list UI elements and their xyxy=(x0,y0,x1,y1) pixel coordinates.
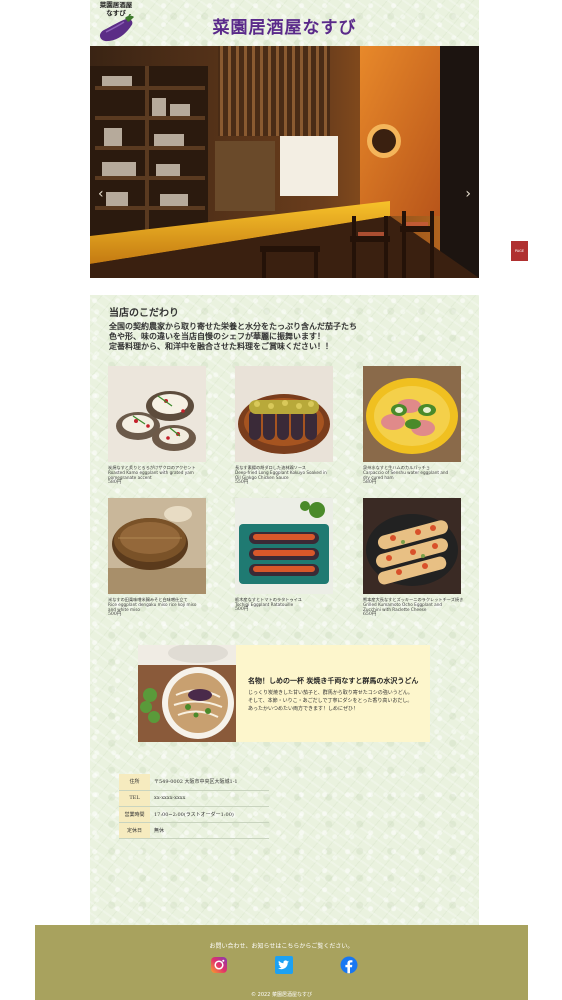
copyright: © 2022 菜園居酒屋なすび xyxy=(251,992,312,998)
info-value: 17:00~2:00(ラストオーダー1:00) xyxy=(150,806,269,823)
hero-image: ‹ › xyxy=(90,46,479,278)
dish-price: 500円 xyxy=(235,607,249,613)
restaurant-interior-photo xyxy=(90,46,479,278)
chevron-left-icon[interactable]: ‹ xyxy=(98,186,104,202)
site-header: 菜園居酒屋 なすび 菜園居酒屋なすび xyxy=(90,0,479,46)
intro-line: 定番料理から、和洋中を融合させた料理をご賞味ください！！ xyxy=(109,341,333,351)
site-title: 菜園居酒屋なすび xyxy=(212,18,357,38)
footer-note: お問い合わせ、お知らせはこちらからご覧ください。 xyxy=(209,943,354,950)
feature-title: 名物！しめの一杯 炭焼き千両なすと群馬の水沢うどん xyxy=(248,676,419,685)
info-row-hours: 営業時間 17:00~2:00(ラストオーダー1:00) xyxy=(119,806,269,823)
info-value[interactable]: xx-xxxx-xxxx xyxy=(150,790,269,807)
store-info-table: 住所 〒549-0002 大阪市中央区大阪城1-1 TEL xx-xxxx-xx… xyxy=(119,774,269,839)
info-value: 無休 xyxy=(150,822,269,839)
dish-card: 栃木産なすとトマトのラタトゥイユ Tochigi Eggplant Ratato… xyxy=(235,498,333,613)
twitter-icon[interactable] xyxy=(275,956,293,974)
dish-image xyxy=(108,366,206,462)
dish-price: 580円 xyxy=(363,480,377,486)
dish-price: 650円 xyxy=(363,612,377,618)
dish-price: 580円 xyxy=(108,480,122,486)
info-row-address: 住所 〒549-0002 大阪市中央区大阪城1-1 xyxy=(119,774,269,791)
dish-card: 米なすの田楽味噌米麹みそと白味噌仕立て Rice eggplant dengak… xyxy=(108,498,206,618)
instagram-icon[interactable] xyxy=(210,956,228,974)
dish-image xyxy=(363,366,461,462)
dish-image xyxy=(363,498,461,594)
site-footer: お問い合わせ、お知らせはこちらからご覧ください。 © 2022 菜園居酒屋なすび xyxy=(35,925,528,1000)
dish-image xyxy=(235,498,333,594)
dish-card: 泉州水なすと生ハムのカルパッチョ Carpaccio of Senshu wat… xyxy=(363,366,461,486)
feature-box: 名物！しめの一杯 炭焼き千両なすと群馬の水沢うどん じっくり炭焼きした甘い茄子と… xyxy=(138,645,430,742)
dish-card: 熊本産大長なすとズッキーニのラクレットチーズ焼き Grilled Kumamot… xyxy=(363,498,463,618)
dish-card: 炭焼なすと炙りとろろがけザクロのアクセント Roasted Kamo eggpl… xyxy=(108,366,206,486)
info-value: 〒549-0002 大阪市中央区大阪城1-1 xyxy=(150,774,269,791)
info-key: 営業時間 xyxy=(119,806,150,823)
dish-card: 長なす素揚の胡ダロした油林鶏ソース Deep-fried Long Eggpla… xyxy=(235,366,333,486)
info-key: TEL xyxy=(119,790,150,807)
info-key: 定休日 xyxy=(119,822,150,839)
dish-price: 550円 xyxy=(235,480,249,486)
dish-image xyxy=(108,498,206,594)
feature-text: じっくり炭焼きした甘い茄子と、群馬から取り寄せたコシの強いうどん。 xyxy=(248,690,413,696)
info-key: 住所 xyxy=(119,774,150,791)
dish-price: 500円 xyxy=(108,612,122,618)
facebook-icon[interactable] xyxy=(340,956,358,974)
chevron-right-icon[interactable]: › xyxy=(465,186,471,202)
info-row-tel: TEL xx-xxxx-xxxx xyxy=(119,790,269,807)
main-content: 当店のこだわり 全国の契約農家から取り寄せた栄養と水分をたっぷり含んだ茄子たち … xyxy=(90,295,479,925)
page-top-button[interactable]: PAGE TOP xyxy=(511,241,528,273)
feature-text: あったかいつめたい両方できます！しめにぜひ！ xyxy=(248,706,359,712)
dish-image xyxy=(235,366,333,462)
udon-image xyxy=(138,645,236,742)
section-title: 当店のこだわり xyxy=(109,308,179,319)
info-row-holiday: 定休日 無休 xyxy=(119,822,269,839)
feature-text: そして、本節・いりこ・あごだしで丁寧にダシをとった香り高いおだし。 xyxy=(248,698,413,704)
